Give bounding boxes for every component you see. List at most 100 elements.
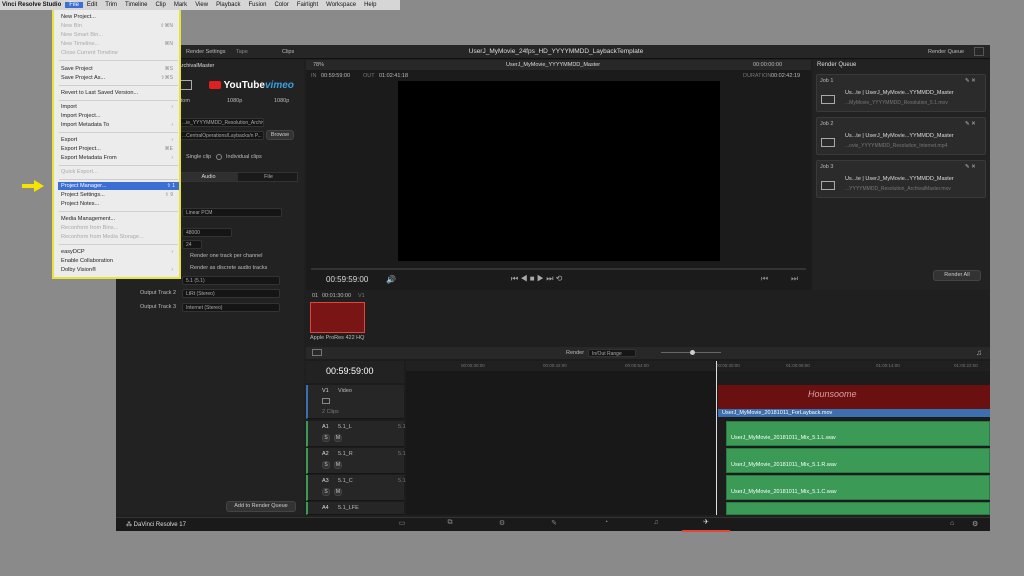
audio-clip-a3[interactable]: UserJ_MyMovie_20181011_Mix_5.1.C.wav: [726, 475, 990, 500]
one-track-option[interactable]: Render one track per channel: [190, 253, 262, 259]
color-page-icon[interactable]: ◔: [598, 519, 614, 531]
location-field[interactable]: ...CentralOperations/Laybacks/n P...: [178, 131, 264, 140]
playhead[interactable]: [716, 361, 717, 515]
video-clip-thumbnails[interactable]: Hounsoome: [718, 385, 990, 409]
expand-icon[interactable]: [974, 47, 984, 56]
youtube-logo[interactable]: YouTube: [209, 80, 265, 91]
tab-file[interactable]: File: [239, 173, 298, 181]
menu-file[interactable]: File: [65, 2, 83, 8]
prev-clip-icon[interactable]: ⏮: [761, 274, 768, 284]
output-track-3-select[interactable]: Internet (Stereo): [182, 303, 280, 312]
output-track-1-select[interactable]: 5.1 (5.1): [182, 276, 280, 285]
single-clip-option[interactable]: Single clip: [186, 154, 211, 160]
solo-button[interactable]: S: [322, 461, 330, 469]
volume-icon[interactable]: 🔊: [386, 275, 396, 284]
menu-item-project-settings[interactable]: Project Settings... ⇧ 9: [61, 191, 177, 199]
menu-item-import-metadata[interactable]: Import Metadata To ›: [61, 121, 177, 129]
fusion-page-icon[interactable]: ✎: [546, 519, 562, 531]
menu-playback[interactable]: Playback: [212, 2, 244, 8]
menu-edit[interactable]: Edit: [83, 2, 101, 8]
audio-clip-a2[interactable]: UserJ_MyMovie_20181011_Mix_5.1.R.wav: [726, 448, 990, 473]
individual-clips-option[interactable]: Individual clips: [226, 154, 262, 160]
menu-clip[interactable]: Clip: [152, 2, 170, 8]
zoom-level[interactable]: 78%: [313, 62, 324, 68]
menu-color[interactable]: Color: [270, 2, 292, 8]
tab-audio[interactable]: Audio: [179, 173, 238, 181]
app-name[interactable]: Vinci Resolve Studio: [0, 2, 65, 8]
menu-timeline[interactable]: Timeline: [121, 2, 151, 8]
track-toggle-icon[interactable]: [322, 398, 330, 404]
playback-controls[interactable]: ⏮ ◀ ■ ▶ ⏭ ⟲: [511, 274, 562, 284]
video-clip[interactable]: UserJ_MyMovie_20181011_ForLayback.mov: [718, 409, 990, 417]
menu-item-revert[interactable]: Revert to Last Saved Version...: [61, 89, 177, 97]
audio-clip-a1[interactable]: UserJ_MyMovie_20181011_Mix_5.1.L.wav: [726, 421, 990, 446]
render-job-1[interactable]: Job 1 ✎ ✕ Us...te | UserJ_MyMovie...YYMM…: [816, 74, 986, 112]
menu-view[interactable]: View: [191, 2, 212, 8]
cut-page-icon[interactable]: ⧉: [442, 519, 458, 531]
menu-item-new-project[interactable]: New Project...: [61, 13, 177, 21]
menu-item-easydcp[interactable]: easyDCP ›: [61, 248, 177, 256]
menu-trim[interactable]: Trim: [101, 2, 121, 8]
menu-workspace[interactable]: Workspace: [322, 2, 360, 8]
mute-button[interactable]: M: [334, 461, 342, 469]
filename-field[interactable]: ...ie_YYYYMMDD_Resolution_Archiv...: [178, 118, 264, 127]
vimeo-logo[interactable]: vimeo: [265, 80, 294, 91]
render-queue-button[interactable]: Render Queue: [928, 49, 964, 55]
deliver-page-icon[interactable]: ✈: [682, 518, 730, 532]
render-settings-label[interactable]: Render Settings: [186, 49, 225, 55]
menu-item-export-project[interactable]: Export Project... ⌘E: [61, 145, 177, 153]
job-actions-icon[interactable]: ✎ ✕: [965, 78, 976, 84]
menu-help[interactable]: Help: [360, 2, 380, 8]
video-preview[interactable]: [398, 81, 720, 261]
menu-item-import[interactable]: Import ›: [61, 103, 177, 111]
mute-button[interactable]: M: [334, 434, 342, 442]
clips-button[interactable]: Clips: [282, 49, 294, 55]
audio-meter-icon[interactable]: ♫: [976, 348, 982, 357]
individual-clips-radio[interactable]: [216, 154, 222, 160]
track-header-a4[interactable]: A4 5.1_LFE: [306, 502, 404, 515]
menu-item-save-project[interactable]: Save Project ⌘S: [61, 65, 177, 73]
job-actions-icon[interactable]: ✎ ✕: [965, 121, 976, 127]
home-icon[interactable]: ⌂: [950, 520, 954, 527]
menu-item-save-project-as[interactable]: Save Project As... ⇧⌘S: [61, 74, 177, 82]
codec-select[interactable]: Linear PCM: [182, 208, 282, 217]
track-header-a2[interactable]: A2 5.1_R 5.1 S M: [306, 448, 406, 474]
menu-mark[interactable]: Mark: [170, 2, 191, 8]
menu-fusion[interactable]: Fusion: [244, 2, 270, 8]
menu-item-export[interactable]: Export ›: [61, 136, 177, 144]
menu-item-enable-collaboration[interactable]: Enable Collaboration: [61, 257, 177, 265]
menu-item-media-management[interactable]: Media Management...: [61, 215, 177, 223]
render-job-3[interactable]: Job 3 ✎ ✕ Us...te | UserJ_MyMovie...YYMM…: [816, 160, 986, 198]
zoom-slider-handle[interactable]: [690, 350, 695, 355]
tape-button[interactable]: Tape: [236, 49, 248, 55]
timeline-ruler[interactable]: 00:00:30:00 00:00:42:00 00:00:54:00 00:0…: [406, 361, 990, 371]
bit-depth-select[interactable]: 24: [182, 240, 202, 249]
settings-gear-icon[interactable]: ⚙: [972, 520, 978, 528]
render-all-button[interactable]: Render All: [933, 270, 981, 281]
browse-button[interactable]: Browse: [266, 130, 294, 140]
render-job-2[interactable]: Job 2 ✎ ✕ Us...te | UserJ_MyMovie...YYMM…: [816, 117, 986, 155]
menu-item-export-metadata[interactable]: Export Metadata From ›: [61, 154, 177, 162]
media-page-icon[interactable]: ▭: [394, 519, 410, 531]
fairlight-page-icon[interactable]: ♫: [648, 519, 664, 531]
mute-button[interactable]: M: [334, 488, 342, 496]
solo-button[interactable]: S: [322, 434, 330, 442]
render-range-select[interactable]: In/Out Range: [588, 349, 636, 357]
clip-thumbnail[interactable]: [310, 302, 365, 333]
add-to-render-queue-button[interactable]: Add to Render Queue: [226, 501, 296, 512]
solo-button[interactable]: S: [322, 488, 330, 496]
audio-clip-a4[interactable]: [726, 502, 990, 515]
menu-item-project-manager[interactable]: Project Manager... ⇧ 1: [58, 182, 179, 190]
discrete-tracks-option[interactable]: Render as discrete audio tracks: [190, 265, 267, 271]
job-actions-icon[interactable]: ✎ ✕: [965, 164, 976, 170]
next-clip-icon[interactable]: ⏭: [791, 274, 798, 284]
sample-rate-select[interactable]: 48000: [182, 228, 232, 237]
track-header-a1[interactable]: A1 5.1_L 5.1 S M: [306, 421, 406, 447]
edit-page-icon[interactable]: ⚙: [494, 519, 510, 531]
menu-item-dolby-vision[interactable]: Dolby Vision® ›: [61, 266, 177, 274]
track-header-v1[interactable]: V1 Video 2 Clips: [306, 385, 404, 419]
menu-fairlight[interactable]: Fairlight: [293, 2, 322, 8]
timeline-name[interactable]: UserJ_MyMovie_YYYYMMDD_Master: [506, 62, 600, 68]
menu-item-project-notes[interactable]: Project Notes...: [61, 200, 177, 208]
menu-item-import-project[interactable]: Import Project...: [61, 112, 177, 120]
